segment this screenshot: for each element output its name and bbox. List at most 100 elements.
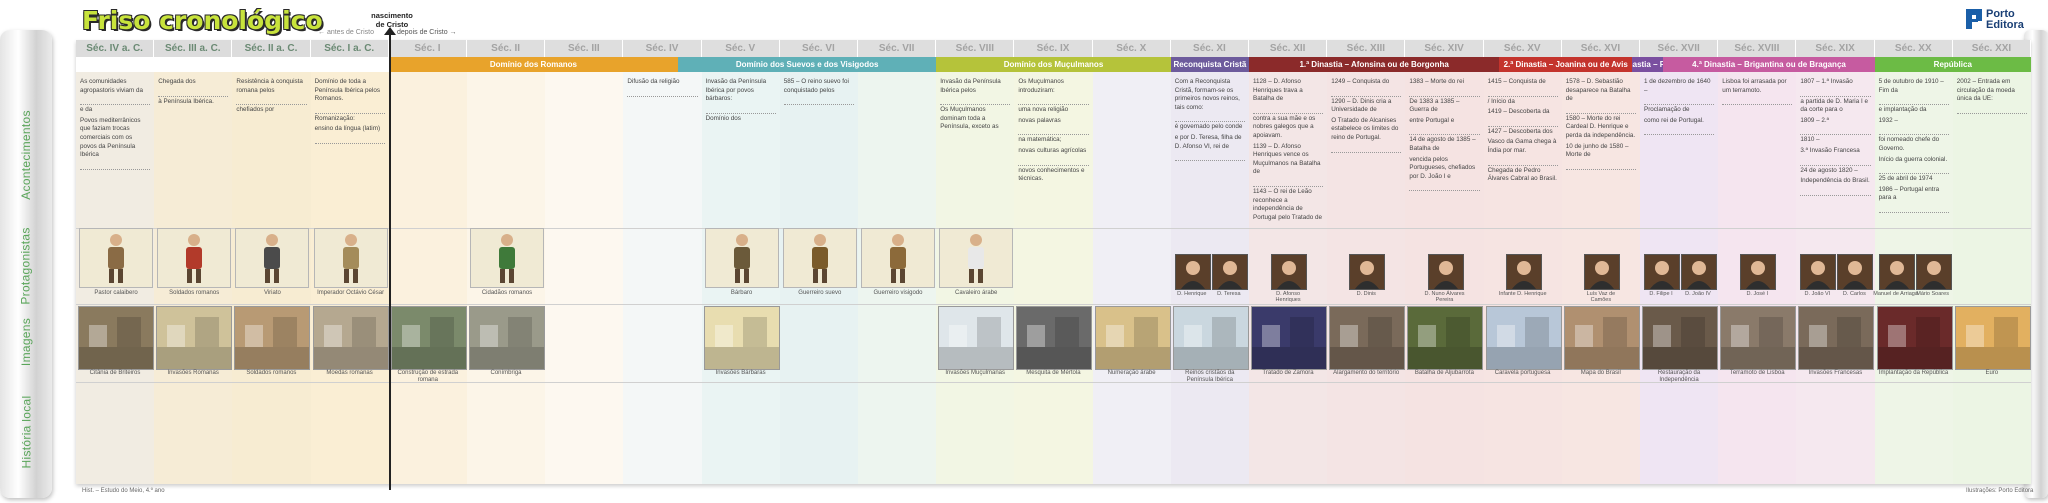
event-text: 1249 – Conquista do — [1331, 78, 1390, 85]
person-illustration-icon — [470, 228, 544, 288]
after-christ-label: depois de Cristo → — [397, 29, 457, 36]
column-tint — [1952, 72, 2031, 484]
fill-in-blank[interactable] — [1331, 89, 1402, 97]
fill-in-blank[interactable] — [1487, 89, 1558, 97]
publisher-name-line2: Editora — [1986, 19, 2024, 31]
century-label: Séc. IV a. C. — [76, 40, 155, 57]
century-label: Séc. VII — [858, 40, 937, 57]
fill-in-blank[interactable] — [705, 106, 776, 114]
fill-in-blank[interactable] — [314, 136, 385, 144]
fill-in-blank[interactable] — [783, 97, 854, 106]
fill-in-blank[interactable] — [236, 97, 307, 106]
fill-in-blank[interactable] — [1253, 106, 1324, 114]
century-label: Séc. XVII — [1640, 40, 1719, 57]
event-text: 1427 – Descoberta dos — [1487, 127, 1553, 135]
event-text: entre Portugal e — [1409, 116, 1455, 124]
event-text: Os Muçulmanos introduziram: — [1018, 78, 1064, 94]
fill-in-blank[interactable] — [1409, 127, 1480, 136]
event-column: 1807 – 1.ª Invasão a partida de D. Maria … — [1800, 78, 1871, 197]
portrait-icon — [1271, 254, 1308, 290]
image-caption: Mesquita de Mértola — [1026, 370, 1081, 376]
event-text: chefiados por — [236, 106, 275, 114]
event-text: O Tratado de Alcanises estabelece os lim… — [1331, 116, 1399, 141]
fill-in-blank[interactable] — [80, 97, 151, 106]
century-label: Séc. VIII — [936, 40, 1015, 57]
fill-in-blank[interactable] — [1644, 97, 1715, 106]
image-caption: Moedas romanas — [326, 370, 373, 376]
fill-in-blank[interactable] — [1878, 127, 1949, 136]
century-label: Séc. XVI — [1561, 40, 1641, 57]
fill-in-blank[interactable] — [1174, 153, 1245, 162]
fill-in-blank[interactable] — [1878, 166, 1949, 175]
fill-in-blank[interactable] — [1878, 205, 1949, 213]
event-column: As comunidades agropastoris viviam da e d… — [80, 78, 151, 171]
fill-in-blank[interactable] — [627, 89, 698, 97]
fill-in-blank[interactable] — [1644, 127, 1715, 136]
fill-in-blank[interactable] — [1018, 158, 1089, 166]
image-caption: Invasões Romanas — [167, 370, 219, 376]
event-text: Início da guerra colonial. — [1878, 155, 1948, 163]
fill-in-blank[interactable] — [1018, 97, 1089, 106]
history-image — [1251, 306, 1327, 370]
row-label-protagonistas: Protagonistas — [19, 227, 33, 305]
event-text: novas culturas agrícolas — [1018, 146, 1087, 154]
protagonist-figure: Imperador Octávio César — [313, 228, 388, 297]
fill-in-blank[interactable] — [1409, 89, 1480, 97]
portrait-caption: D. Afonso Henriques — [1275, 291, 1301, 303]
history-image — [1954, 306, 2031, 370]
fill-in-blank[interactable] — [1800, 89, 1871, 97]
history-image — [1485, 306, 1562, 370]
century-label: Séc. XIII — [1327, 40, 1406, 57]
fill-in-blank[interactable] — [1409, 183, 1480, 192]
event-text: Lisboa foi arrasada por um terramoto. — [1722, 78, 1787, 94]
image-caption: Citânia de Briteiros — [89, 370, 141, 376]
history-image — [1563, 306, 1640, 370]
history-image — [1094, 306, 1171, 370]
fill-in-blank[interactable] — [1565, 106, 1636, 114]
person-illustration-icon — [939, 228, 1014, 288]
event-text: 1807 – 1.ª Invasão — [1800, 78, 1853, 85]
protagonist-caption: Cidadãos romanos — [481, 290, 533, 296]
person-illustration-icon — [704, 228, 779, 288]
protagonist-caption: Cavaleiro árabe — [955, 290, 998, 296]
fill-in-blank[interactable] — [314, 106, 385, 114]
fill-in-blank[interactable] — [1018, 127, 1089, 136]
protagonist-figure: Pastor calaibero — [79, 228, 153, 297]
fill-in-blank[interactable] — [80, 162, 151, 170]
event-text: 1580 – Morte do rei Cardeal D. Henrique … — [1565, 114, 1636, 139]
fill-in-blank[interactable] — [1800, 188, 1871, 196]
fill-in-blank[interactable] — [1331, 145, 1402, 153]
fill-in-blank[interactable] — [1800, 158, 1871, 166]
century-label: Séc. I a. C. — [310, 40, 389, 57]
row-label-historia-local: História local — [19, 395, 34, 469]
fill-in-blank[interactable] — [1487, 158, 1558, 166]
protagonist-caption: Soldados romanos — [169, 290, 220, 296]
fill-in-blank[interactable] — [1253, 179, 1324, 187]
fill-in-blank[interactable] — [1878, 97, 1949, 106]
century-header: Séc. IV a. C. Séc. III a. C. Séc. II a. C.… — [76, 40, 2032, 57]
fill-in-blank[interactable] — [1800, 127, 1871, 136]
century-label: Séc. IX — [1014, 40, 1093, 57]
fill-in-blank[interactable] — [940, 97, 1011, 106]
fill-in-blank[interactable] — [1487, 119, 1558, 127]
protagonist-caption: Guerreiro suevo — [798, 290, 842, 296]
person-illustration-icon — [79, 228, 153, 288]
image-caption: Restauração da Independência — [1657, 370, 1701, 383]
event-text: 1143 – O rei de Leão reconhece a indepen… — [1253, 187, 1322, 221]
before-christ-label: ← antes de Cristo — [318, 29, 375, 36]
fill-in-blank[interactable] — [1956, 106, 2027, 114]
event-text: a partida de D. Maria I e da corte para … — [1800, 97, 1868, 114]
event-text: 5 de outubro de 1910 – Fim da — [1878, 78, 1944, 94]
fill-in-blank[interactable] — [1722, 97, 1793, 106]
image-caption: Construção de estrada romana — [397, 370, 459, 383]
event-text: na matemática; — [1018, 136, 1062, 144]
image-caption: Euro — [1985, 370, 1999, 376]
century-label: Séc. V — [701, 40, 780, 57]
person-illustration-icon — [313, 228, 388, 288]
event-text: e implantação da — [1878, 106, 1927, 114]
event-text: 10 de junho de 1580 – Morte de — [1565, 142, 1629, 159]
image-caption: Caravela portuguesa — [1494, 370, 1551, 376]
fill-in-blank[interactable] — [158, 89, 229, 97]
fill-in-blank[interactable] — [1174, 114, 1245, 123]
fill-in-blank[interactable] — [1565, 162, 1636, 170]
